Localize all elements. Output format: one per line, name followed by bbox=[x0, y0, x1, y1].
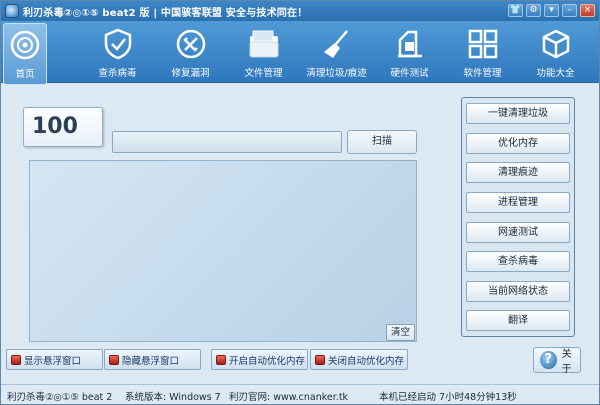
tab-virus-scan[interactable]: 查杀病毒 bbox=[81, 21, 154, 83]
process-manager-button[interactable]: 进程管理 bbox=[466, 192, 570, 213]
window-title: 利刃杀毒②◎①⑤ beat2 版 | 中国骇客联盟 安全与技术同在！ bbox=[23, 7, 308, 19]
speed-test-button[interactable]: 网速测试 bbox=[466, 222, 570, 243]
scan-progress-bar bbox=[112, 131, 342, 153]
close-icon[interactable]: × bbox=[580, 4, 595, 17]
disable-auto-optimize-button[interactable]: 关闭自动优化内存 bbox=[310, 349, 408, 370]
tab-all-features-label: 功能大全 bbox=[536, 68, 575, 79]
float-window-icon bbox=[11, 354, 21, 365]
status-system: 系统版本: Windows 7 bbox=[125, 392, 221, 403]
memory-icon bbox=[315, 354, 325, 365]
tab-cleanup-label: 清理垃圾/痕迹 bbox=[306, 68, 367, 79]
hide-float-window-label: 隐藏悬浮窗口 bbox=[122, 355, 180, 367]
title-bar: 利刃杀毒②◎①⑤ beat2 版 | 中国骇客联盟 安全与技术同在！ 👕 ⚙ ▾… bbox=[1, 1, 599, 21]
clean-traces-button[interactable]: 清理痕迹 bbox=[466, 162, 570, 183]
tab-all-features[interactable]: 功能大全 bbox=[519, 21, 592, 83]
tab-cleanup[interactable]: 清理垃圾/痕迹 bbox=[300, 21, 373, 83]
broom-icon bbox=[320, 27, 354, 61]
tab-file-manager[interactable]: 文件管理 bbox=[227, 21, 300, 83]
clear-button[interactable]: 清空 bbox=[386, 324, 415, 341]
tab-software-manager[interactable]: 软件管理 bbox=[446, 21, 519, 83]
health-score: 100 bbox=[23, 107, 103, 147]
one-click-cleanup-button[interactable]: 一键清理垃圾 bbox=[466, 103, 570, 124]
tab-software-manager-label: 软件管理 bbox=[463, 68, 502, 79]
memory-icon bbox=[216, 354, 226, 365]
help-question-icon: ? bbox=[540, 351, 557, 369]
show-float-window-button[interactable]: 显示悬浮窗口 bbox=[6, 349, 103, 370]
settings-icon[interactable]: ⚙ bbox=[526, 4, 541, 17]
menu-icon[interactable]: ▾ bbox=[544, 4, 559, 17]
translate-button[interactable]: 翻译 bbox=[466, 310, 570, 331]
float-window-icon bbox=[109, 354, 119, 365]
tab-repair[interactable]: 修复漏洞 bbox=[154, 21, 227, 83]
about-label: 关于 bbox=[561, 349, 572, 375]
tab-home-label: 首页 bbox=[15, 69, 35, 80]
tab-file-manager-label: 文件管理 bbox=[244, 68, 283, 79]
shield-icon bbox=[101, 27, 135, 61]
app-window: 利刃杀毒②◎①⑤ beat2 版 | 中国骇客联盟 安全与技术同在！ 👕 ⚙ ▾… bbox=[0, 0, 600, 405]
scan-button[interactable]: 扫描 bbox=[347, 130, 417, 154]
tab-home[interactable]: 首页 bbox=[3, 23, 47, 85]
status-website[interactable]: 利刃官网: www.cnanker.tk bbox=[229, 389, 348, 403]
window-controls: 👕 ⚙ ▾ – × bbox=[508, 4, 595, 17]
tab-hardware-test-label: 硬件测试 bbox=[390, 68, 429, 79]
grid-icon bbox=[466, 27, 500, 61]
status-uptime: 本机已经启动 7小时48分钟13秒 bbox=[379, 392, 517, 403]
skin-icon[interactable]: 👕 bbox=[508, 4, 523, 17]
status-version: 利刃杀毒②◎①⑤ beat 2 bbox=[7, 392, 113, 403]
tab-repair-label: 修复漏洞 bbox=[171, 68, 210, 79]
tab-hardware-test[interactable]: 硬件测试 bbox=[373, 21, 446, 83]
folder-icon bbox=[247, 27, 281, 61]
minimize-icon[interactable]: – bbox=[562, 4, 577, 17]
main-toolbar: 首页 查杀病毒 修复漏洞 文件管理 清理垃圾/痕迹 硬件测试 软件管理 功能大全 bbox=[1, 21, 599, 85]
network-status-button[interactable]: 当前网络状态 bbox=[466, 281, 570, 302]
hardware-icon bbox=[393, 27, 427, 61]
virus-scan-button[interactable]: 查杀病毒 bbox=[466, 251, 570, 272]
show-float-window-label: 显示悬浮窗口 bbox=[24, 355, 82, 367]
enable-auto-optimize-button[interactable]: 开启自动优化内存 bbox=[211, 349, 308, 370]
repair-icon bbox=[174, 27, 208, 61]
disable-auto-optimize-label: 关闭自动优化内存 bbox=[328, 355, 405, 367]
app-logo-icon bbox=[5, 4, 19, 18]
hide-float-window-button[interactable]: 隐藏悬浮窗口 bbox=[104, 349, 201, 370]
enable-auto-optimize-label: 开启自动优化内存 bbox=[229, 355, 306, 367]
optimize-memory-button[interactable]: 优化内存 bbox=[466, 133, 570, 154]
home-target-icon bbox=[8, 28, 42, 62]
tab-virus-scan-label: 查杀病毒 bbox=[98, 68, 137, 79]
quick-actions-panel: 一键清理垃圾 优化内存 清理痕迹 进程管理 网速测试 查杀病毒 当前网络状态 翻… bbox=[461, 97, 575, 337]
status-bar: 利刃杀毒②◎①⑤ beat 2 系统版本: Windows 7 利刃官网: ww… bbox=[1, 384, 599, 404]
about-button[interactable]: ? 关于 bbox=[533, 347, 581, 375]
cube-icon bbox=[539, 27, 573, 61]
scan-log-area[interactable] bbox=[29, 160, 417, 342]
